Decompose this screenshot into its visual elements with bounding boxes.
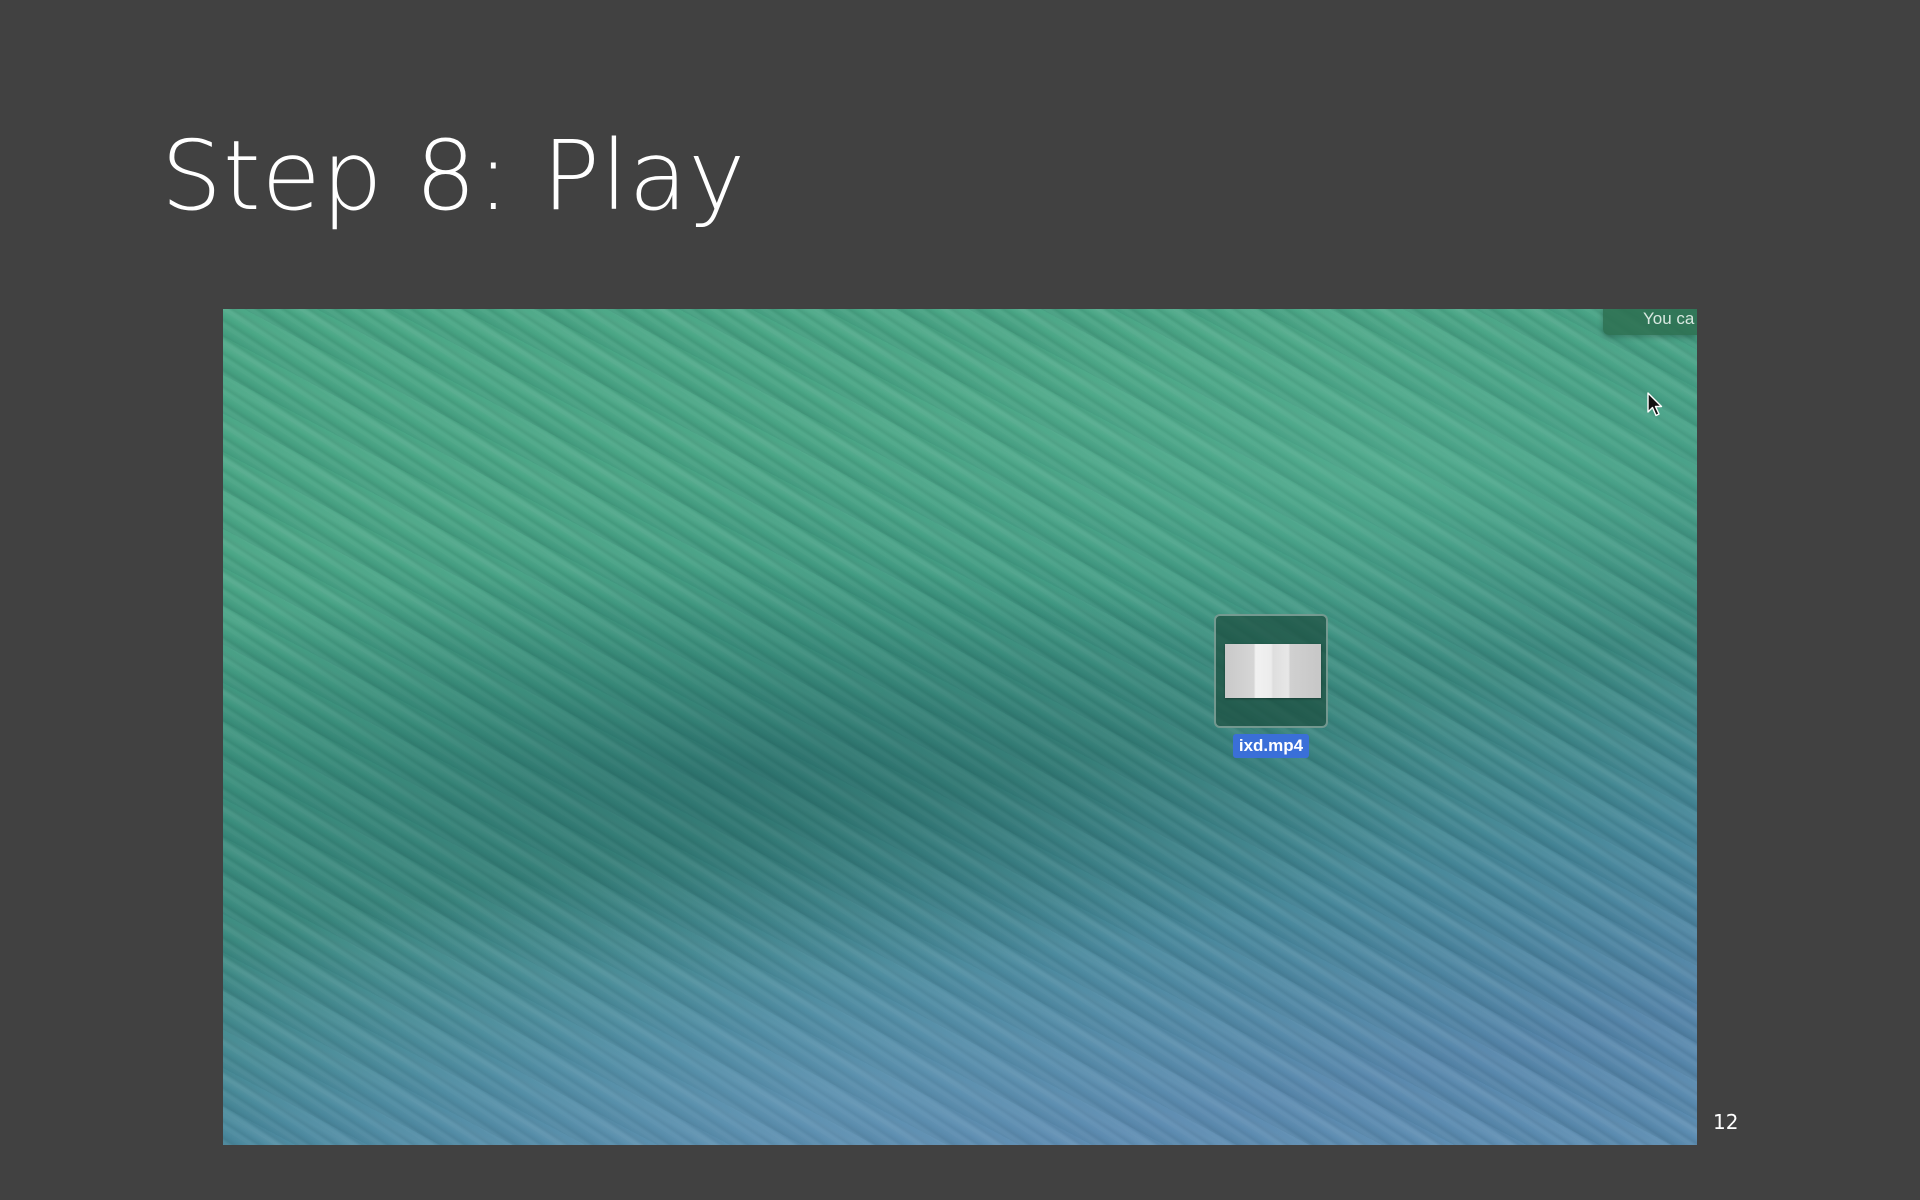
slide: Step 8: Play You ca ixd.mp4 12 [0, 0, 1920, 1200]
file-name-label[interactable]: ixd.mp4 [1232, 734, 1310, 758]
video-thumbnail [1225, 644, 1321, 698]
slide-title: Step 8: Play [161, 120, 747, 232]
video-file-icon[interactable] [1214, 614, 1328, 728]
desktop-file-item[interactable]: ixd.mp4 [1201, 614, 1341, 758]
notification-text: You ca [1643, 309, 1695, 328]
slide-number: 12 [1713, 1110, 1739, 1134]
notification-banner[interactable]: You ca [1603, 309, 1697, 335]
mouse-pointer-icon [1647, 392, 1663, 417]
wallpaper-shading [223, 309, 1697, 1145]
desktop-screenshot: You ca ixd.mp4 [223, 309, 1697, 1145]
